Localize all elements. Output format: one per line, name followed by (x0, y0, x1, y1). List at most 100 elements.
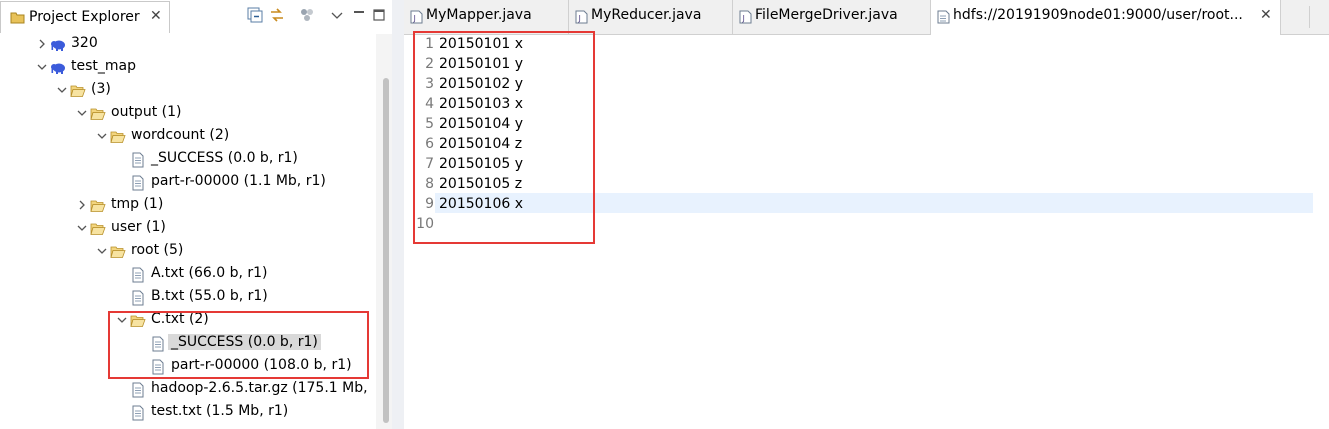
chevron-down-icon[interactable] (36, 60, 48, 74)
chevron-down-icon[interactable] (96, 129, 108, 143)
elephant-icon (50, 37, 66, 53)
editor-tab[interactable]: J MyReducer.java (569, 0, 733, 34)
chevron-right-icon[interactable] (76, 198, 88, 212)
line-number: 5 (425, 116, 434, 132)
project-explorer-title: Project Explorer (29, 9, 140, 25)
tree-item-label: root (5) (131, 242, 184, 258)
file-icon (150, 336, 166, 352)
tree-item[interactable]: test.txt (1.5 Mb, r1) (0, 402, 376, 424)
tree-item[interactable]: 320 (0, 34, 376, 56)
tree-item[interactable]: wordcount (2) (0, 126, 376, 148)
tree-item[interactable]: user (1) (0, 218, 376, 240)
line-number: 7 (425, 156, 434, 172)
folder-open-icon (110, 244, 126, 260)
tree-item[interactable]: B.txt (55.0 b, r1) (0, 287, 376, 309)
line-number: 9 (425, 196, 434, 212)
scrollbar-thumb[interactable] (383, 78, 389, 423)
tree-item[interactable]: tmp (1) (0, 195, 376, 217)
tree-item[interactable]: root (5) (0, 241, 376, 263)
project-explorer-panel: Project Explorer ✕ 320 test_map (3) output … (0, 0, 392, 429)
maximize-icon[interactable] (370, 6, 388, 24)
line-number: 8 (425, 176, 434, 192)
chevron-down-icon[interactable] (76, 221, 88, 235)
code-line: 20150105 z (439, 176, 523, 192)
tree-item[interactable]: _SUCCESS (0.0 b, r1) (0, 149, 376, 171)
tree-item-label: hadoop-2.6.5.tar.gz (175.1 Mb, (151, 380, 368, 396)
editor-tab-label: MyReducer.java (591, 7, 702, 23)
file-icon (130, 382, 146, 398)
line-number-gutter: 1 2 3 4 5 6 7 8 9 10 (404, 35, 434, 429)
tree-item-label: tmp (1) (111, 196, 164, 212)
editor-tabbar: J MyMapper.java J MyReducer.java J FileMergeD… (404, 0, 1329, 35)
editor-tab-label: hdfs://20191909node01:9000/user/root... (953, 7, 1243, 23)
file-icon (130, 290, 146, 306)
folder-open-icon (130, 313, 146, 329)
chevron-down-icon[interactable] (76, 106, 88, 120)
project-tree: 320 test_map (3) output (1) wordcount (2) _SU… (0, 34, 376, 429)
tree-item-label: wordcount (2) (131, 127, 230, 143)
java-file-icon: J (410, 10, 423, 24)
text-file-icon (937, 10, 950, 24)
line-number: 10 (416, 216, 434, 232)
line-number: 2 (425, 56, 434, 72)
tree-item[interactable]: (3) (0, 80, 376, 102)
chevron-down-icon[interactable] (116, 313, 128, 327)
tree-item[interactable]: A.txt (66.0 b, r1) (0, 264, 376, 286)
line-number: 3 (425, 76, 434, 92)
minimize-icon[interactable] (350, 6, 368, 24)
svg-text:J: J (578, 14, 581, 23)
tree-item[interactable]: C.txt (2) (0, 310, 376, 332)
editor-vertical-scrollbar[interactable] (1313, 35, 1329, 429)
tree-item-label: (3) (91, 81, 111, 97)
tree-item[interactable]: part-r-00000 (108.0 b, r1) (0, 356, 376, 378)
filter-icon[interactable] (298, 6, 316, 24)
view-menu-icon[interactable] (328, 6, 346, 24)
tree-item-label: _SUCCESS (0.0 b, r1) (151, 150, 298, 166)
editor-tab-label: FileMergeDriver.java (755, 7, 898, 23)
tree-item-label: C.txt (2) (151, 311, 209, 327)
chevron-down-icon[interactable] (96, 244, 108, 258)
link-with-editor-icon[interactable] (268, 6, 286, 24)
tree-item-label: test.txt (1.5 Mb, r1) (151, 403, 289, 419)
code-line: 20150101 y (439, 56, 523, 72)
chevron-right-icon[interactable] (36, 37, 48, 51)
editor-area: J MyMapper.java J MyReducer.java J FileMergeD… (404, 0, 1329, 429)
tree-item-label: A.txt (66.0 b, r1) (151, 265, 268, 281)
tab-close-icon[interactable]: ✕ (1260, 7, 1272, 23)
code-line: 20150104 z (439, 136, 523, 152)
tree-item[interactable]: hadoop-2.6.5.tar.gz (175.1 Mb, (0, 379, 376, 401)
folder-open-icon (90, 221, 106, 237)
project-explorer-icon (10, 12, 25, 24)
code-line: 20150101 x (439, 36, 523, 52)
editor-tab[interactable]: J FileMergeDriver.java (733, 0, 931, 34)
tree-item[interactable]: output (1) (0, 103, 376, 125)
tree-item-label: part-r-00000 (1.1 Mb, r1) (151, 173, 326, 189)
folder-open-icon (90, 198, 106, 214)
file-icon (130, 152, 146, 168)
editor-tab-label: MyMapper.java (426, 7, 532, 23)
tree-item[interactable]: test_map (0, 57, 376, 79)
file-icon (150, 359, 166, 375)
editor-tab[interactable]: hdfs://20191909node01:9000/user/root... ✕ (931, 0, 1281, 35)
folder-open-icon (110, 129, 126, 145)
project-explorer-tabbar: Project Explorer ✕ (0, 0, 392, 34)
panel-sash[interactable] (392, 0, 404, 429)
current-line-highlight (435, 193, 1313, 213)
tree-item-label: user (1) (111, 219, 166, 235)
java-file-icon: J (739, 10, 752, 24)
editor-tab[interactable]: J MyMapper.java (404, 0, 569, 34)
tab-overflow-divider (1309, 6, 1310, 28)
tree-item[interactable]: part-r-00000 (1.1 Mb, r1) (0, 172, 376, 194)
close-icon[interactable]: ✕ (150, 8, 162, 24)
file-icon (130, 267, 146, 283)
folder-open-icon (90, 106, 106, 122)
chevron-down-icon[interactable] (56, 83, 68, 97)
collapse-all-icon[interactable] (246, 6, 264, 24)
file-icon (130, 175, 146, 191)
java-file-icon: J (575, 10, 588, 24)
tree-vertical-scrollbar[interactable] (376, 34, 392, 429)
file-icon (130, 405, 146, 421)
tree-item[interactable]: _SUCCESS (0.0 b, r1) (0, 333, 376, 355)
line-number: 4 (425, 96, 434, 112)
project-explorer-tab[interactable]: Project Explorer ✕ (0, 1, 170, 33)
